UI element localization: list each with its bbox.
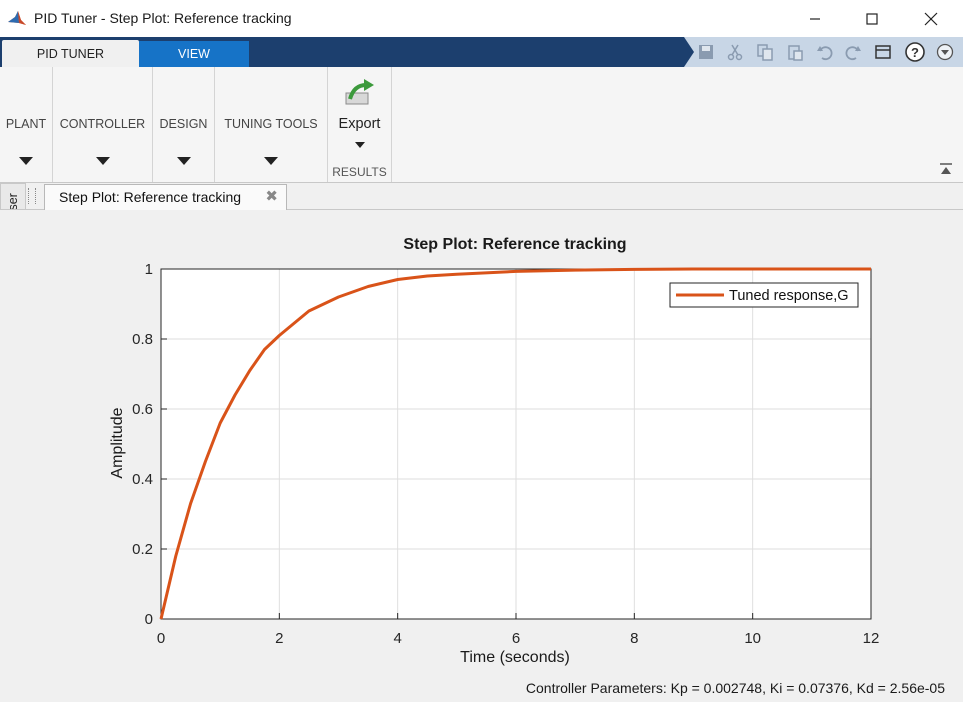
y-tick-label: 0: [145, 611, 153, 628]
controller-parameters-status: Controller Parameters: Kp = 0.002748, Ki…: [525, 680, 945, 696]
legend-label: Tuned response,G: [729, 288, 849, 304]
y-tick-label: 0.8: [132, 331, 153, 348]
y-tick-label: 0.4: [132, 471, 153, 488]
x-tick-label: 4: [393, 630, 401, 647]
legend: Tuned response,G: [669, 282, 859, 308]
y-tick-label: 0.2: [132, 541, 153, 558]
x-tick-label: 10: [744, 630, 761, 647]
x-tick-label: 12: [863, 630, 880, 647]
x-tick-label: 2: [275, 630, 283, 647]
y-tick-label: 0.6: [132, 401, 153, 418]
y-tick-label: 1: [145, 261, 153, 278]
x-tick-label: 8: [630, 630, 638, 647]
x-tick-label: 0: [157, 630, 165, 647]
step-plot-chart[interactable]: 0 2 4 6 8 10 12 0 0.2 0.4 0.6 0.8 1 Tuned response,G: [0, 0, 963, 701]
x-tick-label: 6: [512, 630, 520, 647]
